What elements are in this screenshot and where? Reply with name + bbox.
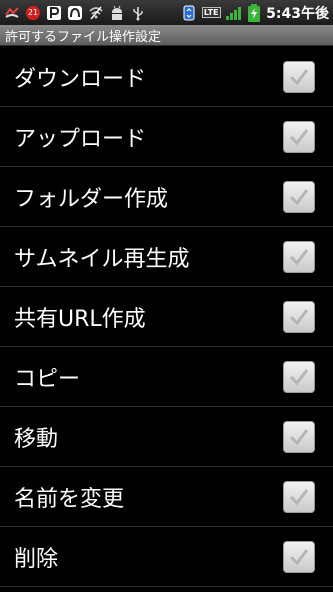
check-mark-icon bbox=[289, 368, 309, 385]
checkbox-move[interactable] bbox=[283, 420, 315, 453]
lte-label: LTE bbox=[201, 7, 221, 18]
list-item-download[interactable]: ダウンロード bbox=[0, 47, 333, 107]
check-mark-icon bbox=[289, 428, 309, 445]
title-bar: 許可するファイル操作設定 bbox=[0, 25, 333, 46]
list-item-label: コピー bbox=[14, 366, 81, 392]
status-bar-left: 21 bbox=[0, 4, 147, 22]
check-mark-icon bbox=[289, 248, 309, 265]
checkbox-rename[interactable] bbox=[283, 480, 315, 513]
checkbox-regenerate-thumbnail[interactable] bbox=[283, 240, 315, 273]
list-item-label: サムネイル再生成 bbox=[14, 246, 190, 272]
notification-badge-count: 21 bbox=[27, 8, 39, 17]
status-bar-right: LTE 5:43午後 bbox=[180, 3, 333, 23]
android-debug-icon bbox=[108, 4, 126, 22]
list-item-label: 削除 bbox=[14, 546, 59, 572]
check-mark-icon bbox=[289, 488, 309, 505]
list-item-label: アップロード bbox=[14, 126, 147, 152]
app-icon bbox=[66, 4, 84, 22]
wifi-off-icon bbox=[87, 4, 105, 22]
sync-icon bbox=[180, 4, 198, 22]
notification-badge-icon: 21 bbox=[24, 4, 42, 22]
page-title: 許可するファイル操作設定 bbox=[5, 29, 162, 45]
signal-strength-icon bbox=[224, 4, 242, 22]
lte-signal-icon: LTE bbox=[201, 4, 221, 22]
check-mark-icon bbox=[289, 68, 309, 85]
checkbox-create-folder[interactable] bbox=[283, 180, 315, 213]
checkbox-delete[interactable] bbox=[283, 540, 315, 573]
screen: 21 LTE 5:43午後 許可するファイル操作設定 ダウンロード アップロード… bbox=[0, 0, 333, 592]
list-item-move[interactable]: 移動 bbox=[0, 407, 333, 467]
checkbox-create-share-url[interactable] bbox=[283, 300, 315, 333]
checkbox-download[interactable] bbox=[283, 60, 315, 93]
list-item-create-share-url[interactable]: 共有URL作成 bbox=[0, 287, 333, 347]
list-item-regenerate-thumbnail[interactable]: サムネイル再生成 bbox=[0, 227, 333, 287]
check-mark-icon bbox=[289, 188, 309, 205]
check-mark-icon bbox=[289, 128, 309, 145]
list-item-label: フォルダー作成 bbox=[14, 186, 169, 212]
list-item-upload[interactable]: アップロード bbox=[0, 107, 333, 167]
usb-icon bbox=[129, 4, 147, 22]
list-item-create-folder[interactable]: フォルダー作成 bbox=[0, 167, 333, 227]
checkbox-upload[interactable] bbox=[283, 120, 315, 153]
status-bar: 21 LTE 5:43午後 bbox=[0, 0, 333, 25]
check-mark-icon bbox=[289, 548, 309, 565]
status-time: 5:43午後 bbox=[266, 5, 329, 22]
list-item-label: 共有URL作成 bbox=[14, 306, 146, 332]
list-item-label: 移動 bbox=[14, 426, 59, 452]
permission-list: ダウンロード アップロード フォルダー作成 サムネイル再生成 共有URL作成 コ… bbox=[0, 47, 333, 587]
parking-icon bbox=[45, 4, 63, 22]
list-item-delete[interactable]: 削除 bbox=[0, 527, 333, 587]
battery-icon bbox=[245, 3, 263, 22]
list-item-label: ダウンロード bbox=[14, 66, 147, 92]
missed-call-icon bbox=[3, 4, 21, 22]
list-item-rename[interactable]: 名前を変更 bbox=[0, 467, 333, 527]
check-mark-icon bbox=[289, 308, 309, 325]
list-item-label: 名前を変更 bbox=[14, 486, 125, 512]
checkbox-copy[interactable] bbox=[283, 360, 315, 393]
list-item-copy[interactable]: コピー bbox=[0, 347, 333, 407]
